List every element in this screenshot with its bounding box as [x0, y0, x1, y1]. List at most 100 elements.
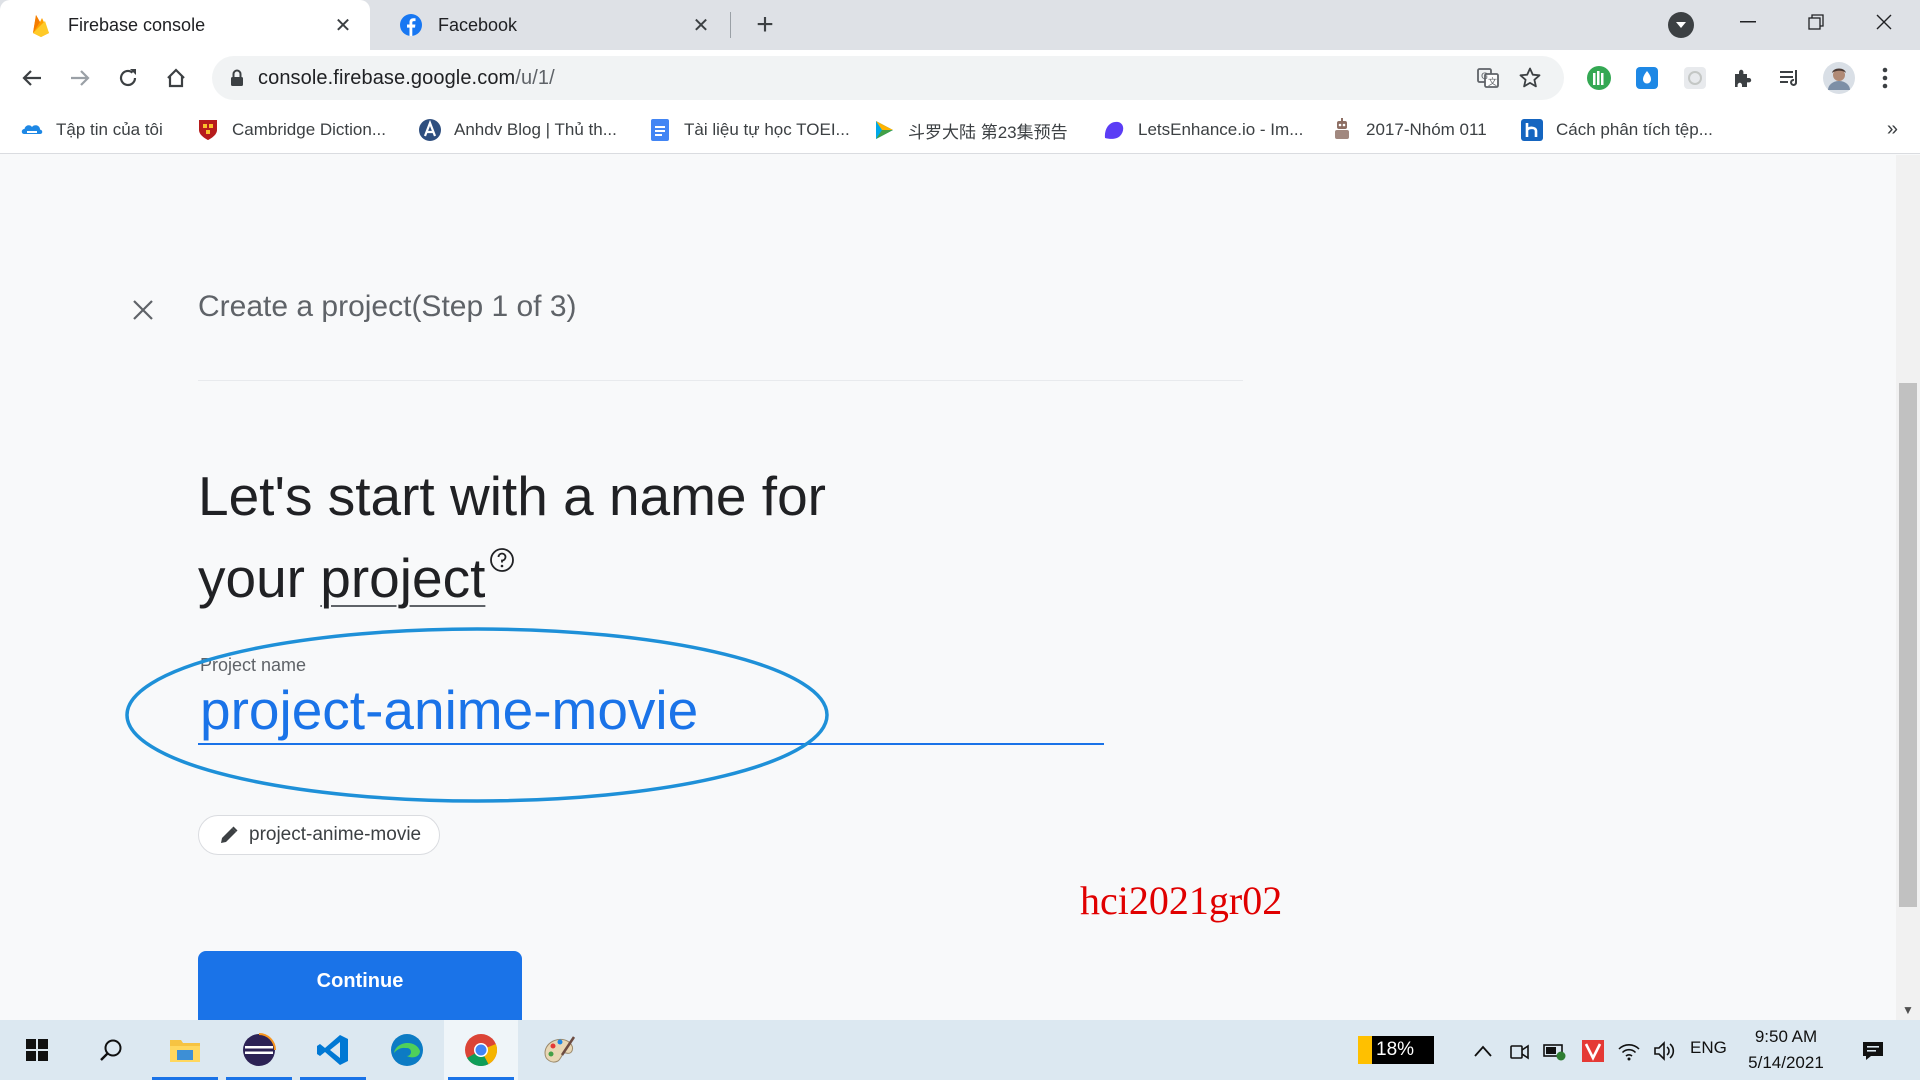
bookmark-label: Tài liệu tự học TOEI...	[684, 120, 850, 139]
search-icon[interactable]	[74, 1020, 148, 1080]
clock-date: 5/14/2021	[1748, 1053, 1824, 1072]
bookmark-item[interactable]: Tập tin của tôi	[20, 106, 163, 154]
battery-percent: 18%	[1376, 1039, 1415, 1060]
pencil-icon	[219, 825, 239, 845]
bookmark-label: 斗罗大陆 第23集预告	[908, 122, 1068, 142]
bookmark-label: LetsEnhance.io - Im...	[1138, 120, 1304, 139]
browser-toolbar: console.firebase.google.com/u/1/ G文	[0, 50, 1920, 106]
annotation-ellipse	[125, 627, 829, 803]
bookmark-item[interactable]: Anhdv Blog | Thủ th...	[418, 106, 617, 154]
forward-button[interactable]	[62, 60, 98, 96]
chrome-icon[interactable]	[444, 1020, 518, 1080]
page-content: Create a project(Step 1 of 3) Let's star…	[0, 155, 1896, 1020]
letsenhance-icon	[1102, 118, 1126, 142]
extension-grey-icon[interactable]	[1680, 63, 1710, 93]
svg-text:文: 文	[1488, 76, 1497, 88]
battery-widget[interactable]: 18%	[1358, 1036, 1434, 1064]
project-id-text: project-anime-movie	[249, 824, 422, 845]
project-id-chip[interactable]: project-anime-movie	[198, 815, 441, 855]
extension-green-icon[interactable]	[1584, 63, 1614, 93]
reload-button[interactable]	[110, 60, 146, 96]
headline: Let's start with a name for your project	[198, 455, 1098, 619]
vscode-icon[interactable]	[296, 1020, 370, 1080]
firebase-icon	[30, 14, 52, 37]
bookmark-label: Cách phân tích tệp...	[1556, 120, 1713, 139]
close-tab-icon[interactable]: ✕	[330, 12, 356, 38]
profile-avatar[interactable]	[1822, 61, 1856, 95]
bookmark-item[interactable]: LetsEnhance.io - Im...	[1102, 106, 1303, 154]
continue-button[interactable]: Continue	[198, 951, 522, 1020]
bookmark-star-icon[interactable]	[1518, 66, 1542, 95]
chevron-up-icon[interactable]	[1470, 1038, 1496, 1064]
wifi-icon[interactable]	[1616, 1038, 1642, 1064]
bookmark-item[interactable]: Cách phân tích tệp...	[1520, 106, 1713, 154]
restore-button[interactable]	[1782, 0, 1850, 44]
eclipse-icon[interactable]	[222, 1020, 296, 1080]
headline-line1: Let's start with a name for	[198, 465, 826, 527]
facebook-icon	[400, 14, 422, 36]
play-video-icon	[872, 118, 896, 142]
robot-icon	[1330, 118, 1354, 142]
bookmark-label: Tập tin của tôi	[56, 120, 163, 139]
bookmark-label: Anhdv Blog | Thủ th...	[454, 120, 617, 139]
minimize-button[interactable]	[1714, 0, 1782, 44]
paint-icon[interactable]	[522, 1020, 596, 1080]
bookmark-item[interactable]: 2017-Nhóm 011	[1330, 106, 1487, 154]
address-bar[interactable]: console.firebase.google.com/u/1/ G文	[212, 56, 1564, 100]
divider	[198, 380, 1243, 381]
extension-drop-icon[interactable]	[1632, 63, 1662, 93]
back-button[interactable]	[14, 60, 50, 96]
url-text: console.firebase.google.com/u/1/	[258, 67, 555, 90]
new-tab-button[interactable]: +	[748, 8, 782, 42]
windows-taskbar: 18% ENG 9:50 AM 5/14/2021	[0, 1020, 1920, 1080]
svg-text:G: G	[1481, 72, 1488, 82]
bookmarks-bar: Tập tin của tôi Cambridge Diction... Anh…	[0, 106, 1920, 154]
battery-saver-icon[interactable]	[1542, 1038, 1568, 1064]
tab-search-button[interactable]	[1668, 12, 1694, 38]
notification-icon[interactable]	[1856, 1034, 1890, 1068]
clock-time: 9:50 AM	[1754, 1027, 1818, 1046]
watermark-text: hci2021gr02	[1080, 878, 1283, 923]
close-icon[interactable]	[126, 293, 160, 327]
clock[interactable]: 9:50 AM 5/14/2021	[1740, 1024, 1832, 1076]
extensions-puzzle-icon[interactable]	[1728, 63, 1758, 93]
bookmark-label: 2017-Nhóm 011	[1366, 120, 1487, 139]
a-logo-icon	[418, 118, 442, 142]
meet-now-icon[interactable]	[1506, 1038, 1532, 1064]
google-docs-icon	[648, 118, 672, 142]
help-icon[interactable]	[489, 547, 515, 573]
project-term-link[interactable]: project	[320, 547, 485, 609]
tab-title: Firebase console	[68, 14, 206, 35]
more-bookmarks-button[interactable]: »	[1887, 118, 1898, 141]
media-controls-icon[interactable]	[1775, 63, 1805, 93]
translate-icon[interactable]: G文	[1476, 66, 1500, 95]
chrome-menu-icon[interactable]	[1870, 63, 1900, 93]
close-window-button[interactable]	[1850, 0, 1918, 44]
cloud-folder-icon	[20, 118, 44, 142]
url-path: /u/1/	[515, 66, 555, 89]
tab-strip: Firebase console ✕ Facebook ✕ +	[0, 0, 1920, 50]
page-title: Create a project(Step 1 of 3)	[198, 290, 577, 323]
cambridge-shield-icon	[196, 118, 220, 142]
tab-title: Facebook	[438, 14, 518, 35]
volume-icon[interactable]	[1652, 1038, 1678, 1064]
bookmark-item[interactable]: 斗罗大陆 第23集预告	[872, 106, 1068, 154]
bookmark-item[interactable]: Cambridge Diction...	[196, 106, 386, 154]
scroll-down-arrow-icon[interactable]: ▼	[1896, 1000, 1920, 1020]
lock-icon[interactable]	[230, 69, 244, 87]
start-button[interactable]	[0, 1020, 74, 1080]
vivaldi-icon[interactable]	[1580, 1038, 1606, 1064]
bookmark-item[interactable]: Tài liệu tự học TOEI...	[648, 106, 850, 154]
tab-firebase-console[interactable]: Firebase console ✕	[0, 0, 370, 50]
tab-facebook[interactable]: Facebook ✕	[370, 0, 728, 50]
battery-level	[1358, 1036, 1372, 1064]
page-scrollbar[interactable]: ▼	[1896, 155, 1920, 1020]
language-indicator[interactable]: ENG	[1690, 1038, 1727, 1058]
edge-icon[interactable]	[370, 1020, 444, 1080]
file-explorer-icon[interactable]	[148, 1020, 222, 1080]
h-logo-icon	[1520, 118, 1544, 142]
close-tab-icon[interactable]: ✕	[688, 12, 714, 38]
bookmark-label: Cambridge Diction...	[232, 120, 387, 139]
home-button[interactable]	[158, 60, 194, 96]
scrollbar-thumb[interactable]	[1899, 383, 1917, 907]
